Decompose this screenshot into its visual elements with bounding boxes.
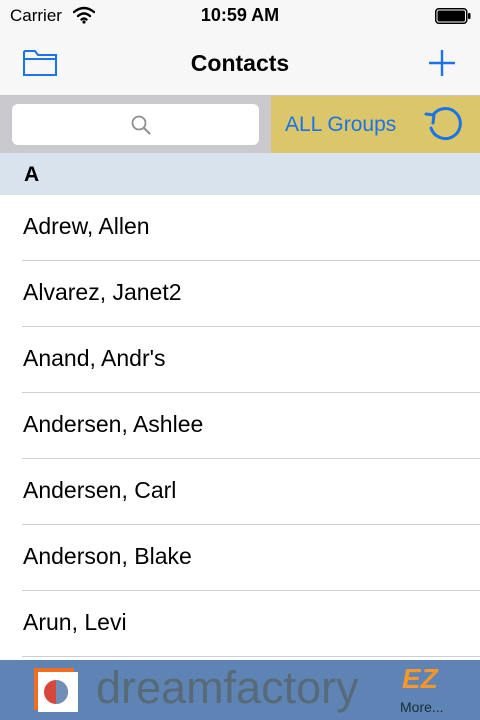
search-icon	[131, 115, 151, 135]
contact-row[interactable]: Alvarez, Janet2	[0, 261, 480, 327]
groups-label: ALL Groups	[285, 113, 397, 136]
section-letter: A	[24, 163, 40, 186]
battery-icon	[435, 8, 471, 24]
contact-name: Anand, Andr's	[23, 345, 166, 371]
status-time: 10:59 AM	[200, 5, 280, 25]
contact-row[interactable]: Anderson, Blake	[0, 525, 480, 591]
ad-more-link[interactable]: More...	[400, 699, 444, 715]
contact-row[interactable]: Anand, Andr's	[0, 327, 480, 393]
groups-filter-button[interactable]: ALL Groups	[271, 96, 480, 153]
ad-badge: EZ	[402, 663, 438, 694]
contact-name: Alvarez, Janet2	[23, 279, 182, 305]
contact-row[interactable]: Andersen, Carl	[0, 459, 480, 525]
ad-banner[interactable]: dreamfactory EZ More...	[0, 660, 480, 720]
dreamfactory-logo-icon	[34, 668, 78, 712]
contact-name: Arun, Levi	[23, 609, 127, 635]
contact-list: Adrew, Allen Alvarez, Janet2 Anand, Andr…	[0, 195, 480, 657]
add-contact-icon[interactable]	[426, 47, 458, 79]
contact-name: Adrew, Allen	[23, 213, 150, 239]
search-input[interactable]	[12, 104, 259, 145]
contact-row[interactable]: Arun, Levi	[0, 591, 480, 657]
search-bar	[0, 96, 271, 153]
section-header: A	[0, 153, 480, 195]
contact-row[interactable]: Adrew, Allen	[0, 195, 480, 261]
search-toolbar: ALL Groups	[0, 96, 480, 153]
page-title: Contacts	[190, 50, 290, 76]
navigation-bar: Contacts	[0, 32, 480, 96]
refresh-icon[interactable]	[423, 104, 469, 144]
contact-name: Andersen, Ashlee	[23, 411, 204, 437]
contact-name: Andersen, Carl	[23, 477, 177, 503]
ad-brand-text: dreamfactory	[96, 662, 359, 713]
contact-row[interactable]: Andersen, Ashlee	[0, 393, 480, 459]
status-bar: Carrier 10:59 AM	[0, 0, 480, 32]
contact-name: Anderson, Blake	[23, 543, 192, 569]
